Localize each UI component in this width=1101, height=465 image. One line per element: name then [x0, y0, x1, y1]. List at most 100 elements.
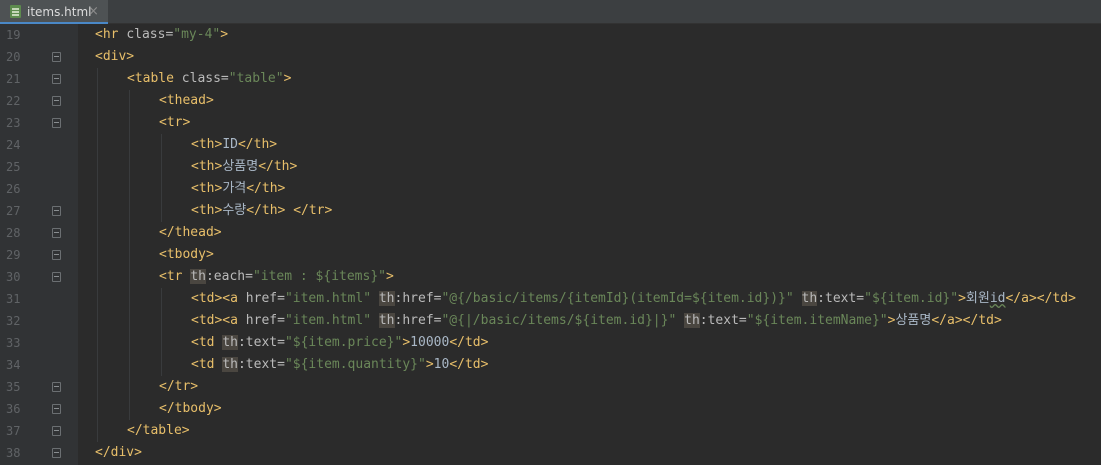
code-line[interactable]: 33 <td th:text="${item.price}">10000</td>	[0, 332, 1101, 354]
code-token: 가격	[222, 181, 247, 196]
code-token: <tbody>	[159, 247, 214, 262]
fold-marker-icon[interactable]	[52, 404, 61, 414]
code-line[interactable]: 29 <tbody>	[0, 244, 1101, 266]
fold-marker-icon[interactable]	[52, 52, 61, 62]
fold-marker-icon[interactable]	[52, 272, 61, 282]
code-line[interactable]: 25 <th>상품명</th>	[0, 156, 1101, 178]
code-token: <td	[191, 357, 223, 372]
indent-guide	[161, 310, 162, 332]
fold-marker-icon[interactable]	[52, 206, 61, 216]
code-token: :text=	[237, 357, 285, 372]
line-number: 30	[6, 270, 21, 284]
indent-guide	[129, 178, 130, 200]
line-number: 20	[6, 50, 21, 64]
code-line[interactable]: 32 <td><a href="item.html" th:href="@{|/b…	[0, 310, 1101, 332]
code-token: ID	[222, 137, 238, 152]
code-line[interactable]: 35 </tr>	[0, 376, 1101, 398]
code-token: <td	[191, 335, 223, 350]
code-token: <tr	[159, 269, 191, 284]
code-line[interactable]: 34 <td th:text="${item.quantity}">10</td>	[0, 354, 1101, 376]
indent-guide	[129, 200, 130, 222]
close-icon[interactable]: ×	[88, 4, 99, 19]
indent-guide	[97, 354, 98, 376]
line-number: 25	[6, 160, 21, 174]
code-text: <tbody>	[159, 244, 214, 266]
code-text: </tr>	[159, 376, 198, 398]
code-token: :href=	[394, 313, 442, 328]
code-line[interactable]: 26 <th>가격</th>	[0, 178, 1101, 200]
indent-guide	[129, 244, 130, 266]
indent-guide	[97, 112, 98, 134]
code-line[interactable]: 38 </div>	[0, 442, 1101, 464]
fold-marker-icon[interactable]	[52, 118, 61, 128]
code-token: >	[402, 335, 411, 350]
code-line[interactable]: 37 </table>	[0, 420, 1101, 442]
fold-marker-icon[interactable]	[52, 250, 61, 260]
line-number: 35	[6, 380, 21, 394]
code-token: :each=	[205, 269, 253, 284]
editor-tab-bar: items.html ×	[0, 0, 1101, 24]
code-token: <hr	[95, 27, 127, 42]
code-line[interactable]: 27 <th>수량</th> </tr>	[0, 200, 1101, 222]
tab-title: items.html	[27, 5, 92, 19]
code-line[interactable]: 31 <td><a href="item.html" th:href="@{/ba…	[0, 288, 1101, 310]
code-token: th	[222, 335, 238, 350]
code-line[interactable]: 23 <tr>	[0, 112, 1101, 134]
code-token: "table"	[228, 71, 284, 86]
code-token: id	[989, 291, 1006, 306]
code-token: </div>	[95, 445, 142, 460]
code-text: </tbody>	[159, 398, 222, 420]
code-line[interactable]: 28 </thead>	[0, 222, 1101, 244]
code-token: </tr>	[293, 203, 333, 218]
code-token: >	[220, 27, 229, 42]
tab-items-html[interactable]: items.html ×	[0, 0, 108, 24]
code-line[interactable]: 19 <hr class="my-4">	[0, 24, 1101, 46]
indent-guide	[161, 288, 162, 310]
code-token: </th>	[237, 137, 278, 152]
code-text: </thead>	[159, 222, 222, 244]
code-line[interactable]: 30 <tr th:each="item : ${items}">	[0, 266, 1101, 288]
code-token: >	[283, 71, 292, 86]
line-number: 22	[6, 94, 21, 108]
code-line[interactable]: 24 <th>ID</th>	[0, 134, 1101, 156]
code-token: :text=	[699, 313, 747, 328]
indent-guide	[129, 376, 130, 398]
indent-guide	[97, 288, 98, 310]
indent-guide	[97, 266, 98, 288]
indent-guide	[129, 288, 130, 310]
fold-marker-icon[interactable]	[52, 448, 61, 458]
indent-guide	[161, 354, 162, 376]
indent-guide	[97, 376, 98, 398]
line-number: 21	[6, 72, 21, 86]
code-line[interactable]: 21 <table class="table">	[0, 68, 1101, 90]
indent-guide	[161, 134, 162, 156]
fold-marker-icon[interactable]	[52, 228, 61, 238]
code-token: </tr>	[159, 379, 199, 394]
code-line[interactable]: 20 <div>	[0, 46, 1101, 68]
fold-marker-icon[interactable]	[52, 96, 61, 106]
code-token: </tbody>	[159, 401, 222, 416]
code-line[interactable]: 22 <thead>	[0, 90, 1101, 112]
fold-marker-icon[interactable]	[52, 426, 61, 436]
fold-marker-icon[interactable]	[52, 382, 61, 392]
code-token: th	[801, 291, 818, 306]
code-token: "item.html"	[284, 291, 379, 306]
code-text: </div>	[95, 442, 142, 464]
fold-marker-icon[interactable]	[52, 74, 61, 84]
code-token: </a></td>	[931, 313, 1002, 328]
code-text: <td><a href="item.html" th:href="@{|/bas…	[191, 310, 1002, 332]
code-token: <th>	[191, 181, 223, 196]
code-token: "my-4"	[173, 27, 221, 42]
code-token: "@{|/basic/items/${item.id}|}"	[441, 313, 685, 328]
code-token: <thead>	[159, 93, 214, 108]
line-number: 34	[6, 358, 21, 372]
code-text: <hr class="my-4">	[95, 24, 228, 46]
code-text: <th>가격</th>	[191, 178, 285, 200]
code-text: <thead>	[159, 90, 214, 112]
indent-guide	[97, 200, 98, 222]
code-token: th	[684, 313, 700, 328]
code-line[interactable]: 36 </tbody>	[0, 398, 1101, 420]
code-text: <div>	[95, 46, 134, 68]
code-token: "item.html"	[284, 313, 379, 328]
html-file-icon	[8, 5, 22, 19]
